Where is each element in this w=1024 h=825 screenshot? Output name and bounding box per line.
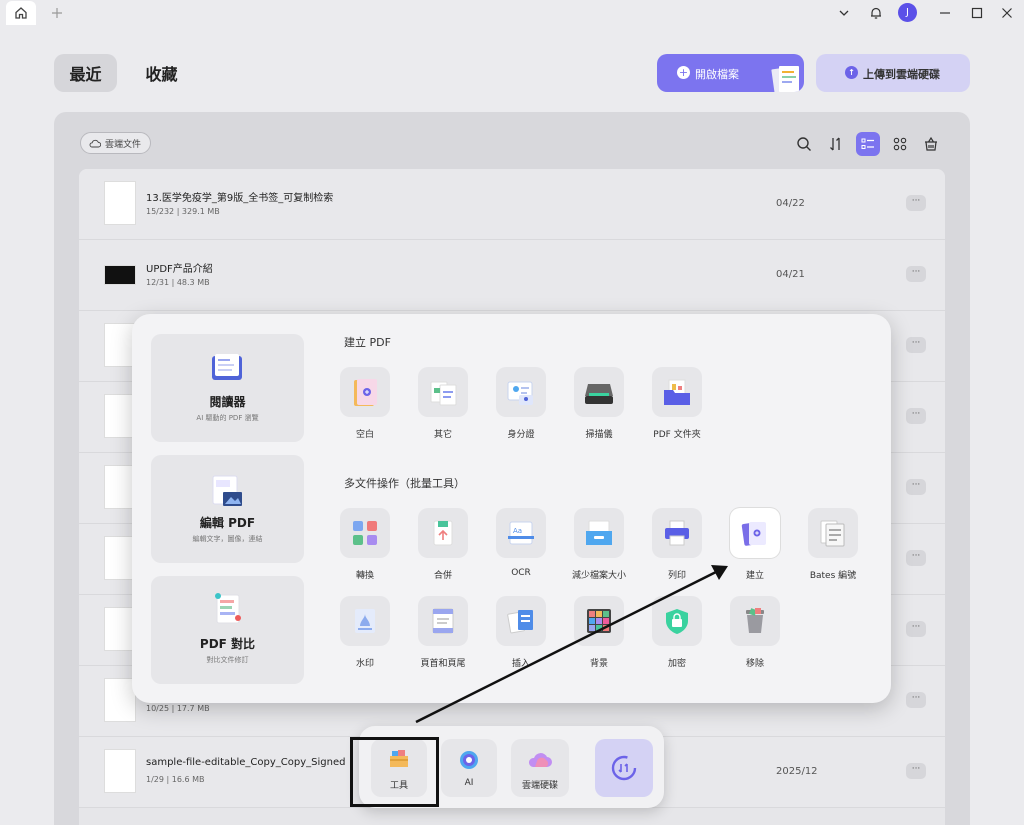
highlight-box <box>350 737 439 807</box>
cloud-drive-icon <box>528 753 552 767</box>
sync-icon <box>611 755 637 781</box>
dock-cloud-button[interactable]: 雲端硬碟 <box>511 739 569 797</box>
dock-sync-button[interactable] <box>595 739 653 797</box>
dock-ai-button[interactable]: AI <box>441 739 497 797</box>
annotation-arrow <box>415 565 728 724</box>
dock-ai-label: AI <box>464 778 474 788</box>
ai-assistant-icon <box>460 751 478 769</box>
dock-cloud-label: 雲端硬碟 <box>521 781 558 791</box>
